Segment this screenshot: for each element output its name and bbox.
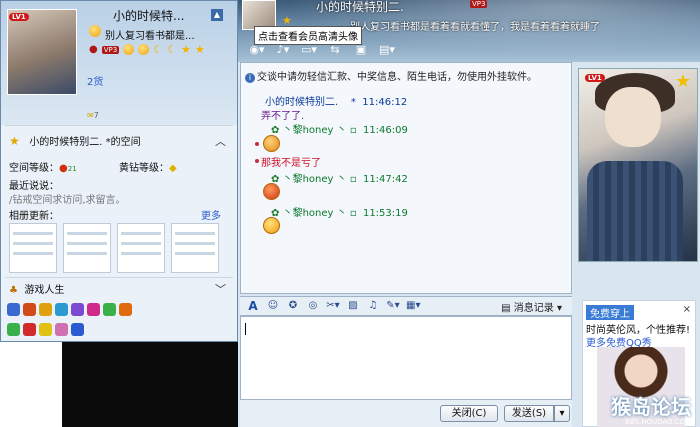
message-text: 弄不了了. — [261, 111, 305, 122]
doodle-icon[interactable]: ✎▾ — [386, 299, 400, 313]
moon-icon: ☾ — [167, 43, 177, 56]
moon-icon: ☾ — [153, 43, 164, 56]
nickname[interactable]: 小的时候特... — [113, 7, 184, 24]
voice-call-icon[interactable]: ♪▾ — [272, 43, 294, 57]
signature: 别人复习看书都是... — [105, 31, 195, 42]
watermark: 猴岛论坛 — [611, 395, 691, 419]
qq-show-ad[interactable]: 免费穿上 × 时尚英伦风，个性推荐! 更多免费QQ秀 猴岛论坛 BBS.HOUD… — [582, 300, 696, 427]
chat-toolbar: ◉▾ ♪▾ ▭▾ ⇆ ▣ ▤▾ — [246, 42, 398, 58]
message-history[interactable]: i 交谈中请勿轻信汇款、中奖信息、陌生电话，勿使用外挂软件。 小的时候特别二. *… — [240, 62, 572, 294]
image-icon[interactable]: ▨ — [346, 299, 360, 313]
info-icon: i — [245, 73, 255, 83]
gift-icon[interactable]: ▦▾ — [406, 299, 420, 313]
moon-icon — [138, 44, 150, 55]
service-icons-row1 — [7, 303, 132, 316]
profile-card: LV1 小的时候特... ▲ 别人复习看书都是... ● VP3 ☾ ☾ ★ ★… — [0, 0, 238, 342]
album-thumb[interactable] — [9, 223, 57, 273]
send-button[interactable]: 发送(S) — [504, 405, 554, 422]
app-icon[interactable] — [39, 303, 52, 316]
game-section[interactable]: ♣ 游戏人生 — [9, 281, 64, 296]
album-thumb[interactable] — [63, 223, 111, 273]
crown-star-icon: ★ — [675, 71, 692, 92]
game-icon: ♣ — [9, 285, 18, 296]
cry-emoji-icon — [263, 135, 280, 152]
app-icon[interactable] — [7, 303, 20, 316]
emoji-icon[interactable]: ☺ — [266, 299, 280, 313]
chat-window: ★ 小的时候特别二. VP3 别人复习看书都是看着看就看懂了，我是看着看着就睡了… — [238, 0, 700, 427]
app-icon[interactable] — [23, 303, 36, 316]
close-button[interactable]: 关闭(C) — [440, 405, 498, 422]
app-icon[interactable] — [87, 303, 100, 316]
sun-icon — [123, 44, 135, 55]
yellow-diamond-level: 黄钻等级：◆ — [119, 163, 177, 174]
shake-icon[interactable]: ◎ — [306, 299, 320, 313]
space-title[interactable]: ★ 小的时候特别二. *的空间 — [9, 133, 141, 148]
friend-signature: 别人复习看书都是看着看就看懂了，我是看着看着就睡了 — [350, 22, 600, 33]
online-status-icon[interactable]: ▲ — [211, 9, 223, 21]
input-toolbar: A ☺ ✪ ◎ ✂▾ ▨ ♫ ✎▾ ▦▾ ▤ 消息记录 ▾ — [240, 296, 572, 316]
app-icon[interactable] — [119, 303, 132, 316]
font-icon[interactable]: A — [246, 299, 260, 313]
level-text: 2货 — [87, 77, 104, 88]
watermark-url: BBS.HOUDAO.COM — [625, 418, 691, 426]
more-link[interactable]: 更多 — [201, 207, 221, 222]
level-badge: LV1 — [585, 72, 605, 83]
app-icon[interactable] — [55, 303, 68, 316]
album-thumb[interactable] — [117, 223, 165, 273]
vip-badge: VP3 — [101, 45, 120, 54]
message-text: 那我不是亏了 — [261, 158, 321, 169]
album-label: 相册更新： — [9, 211, 59, 222]
vip-icons-row: ● VP3 ☾ ☾ ★ ★ — [89, 43, 205, 56]
service-icons-row2 — [7, 323, 84, 336]
security-warning: i 交谈中请勿轻信汇款、中奖信息、陌生电话，勿使用外挂软件。 — [245, 68, 537, 83]
album-thumb[interactable] — [171, 223, 219, 273]
message-log-button[interactable]: ▤ 消息记录 ▾ — [501, 299, 562, 314]
send-options-button[interactable]: ▾ — [554, 405, 570, 422]
smile-emoji-icon — [263, 217, 280, 234]
button-bar: 关闭(C) 发送(S) ▾ — [240, 400, 572, 427]
star-icon: ★ — [180, 43, 191, 56]
screenshot-icon[interactable]: ✂▾ — [326, 299, 340, 313]
message-header: ✿ 丶黎honey 丶 ▫ 11:53:19 — [271, 208, 408, 219]
message-header: 小的时候特别二. * 11:46:12 — [265, 97, 408, 108]
friend-name[interactable]: 小的时候特别二. — [316, 0, 404, 15]
star-icon: ★ — [9, 134, 20, 148]
mail-count[interactable]: ✉7 — [87, 111, 99, 120]
recent-text[interactable]: /钻戒空间求访问,求留言。 — [9, 191, 126, 206]
app-icon[interactable] — [103, 303, 116, 316]
screen-share-icon[interactable]: ▣ — [350, 43, 372, 57]
chat-header: ★ 小的时候特别二. VP3 别人复习看书都是看着看就看懂了，我是看着看着就睡了… — [238, 0, 700, 62]
collapse-icon[interactable]: ︿ — [215, 133, 226, 149]
ad-tag[interactable]: 免费穿上 — [586, 305, 634, 320]
ad-close-icon[interactable]: × — [683, 304, 691, 315]
app-icon[interactable] — [39, 323, 52, 336]
app-icon[interactable] — [71, 303, 84, 316]
mood-icon — [89, 25, 101, 37]
message-header: ✿ 丶黎honey 丶 ▫ 11:46:09 — [271, 125, 408, 136]
recent-label: 最近说说： — [9, 181, 59, 192]
profile-header: LV1 小的时候特... ▲ 别人复习看书都是... ● VP3 ☾ ☾ ★ ★… — [1, 1, 237, 125]
magic-emoji-icon[interactable]: ✪ — [286, 299, 300, 313]
friend-show-picture[interactable]: LV1 ★ — [578, 68, 698, 262]
app-icon[interactable] — [71, 323, 84, 336]
remote-assist-icon[interactable]: ⇆ — [324, 43, 346, 57]
message-header: ✿ 丶黎honey 丶 ▫ 11:47:42 — [271, 174, 408, 185]
space-level: 空间等级：●21 — [9, 163, 77, 174]
music-icon[interactable]: ♫ — [366, 299, 380, 313]
star-icon: ★ — [194, 43, 205, 56]
app-icon[interactable] — [7, 323, 20, 336]
file-transfer-icon[interactable]: ▭▾ — [298, 43, 320, 57]
expand-icon[interactable]: ﹀ — [215, 281, 226, 297]
friend-vip-badge: VP3 — [470, 0, 488, 8]
app-icon[interactable] — [23, 323, 36, 336]
vip-penguin-icon: ● — [89, 44, 98, 55]
message-input[interactable] — [240, 316, 572, 400]
level-badge: LV1 — [9, 11, 29, 22]
video-call-icon[interactable]: ◉▾ — [246, 43, 268, 57]
angry-emoji-icon — [263, 183, 280, 200]
app-icon[interactable] — [55, 323, 68, 336]
app-menu-icon[interactable]: ▤▾ — [376, 43, 398, 57]
